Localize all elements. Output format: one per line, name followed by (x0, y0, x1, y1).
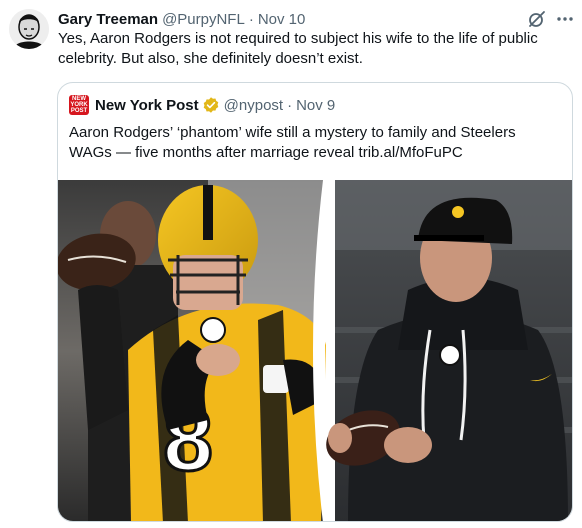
avatar-drawing (9, 9, 49, 49)
tweet-header: Gary Treeman @PurpyNFL · Nov 10 (58, 9, 305, 29)
quoted-tweet-header: NEW YORK POST New York Post @nypost · Nov … (69, 95, 335, 115)
quoted-tweet-card[interactable]: NEW YORK POST New York Post @nypost · Nov … (57, 82, 573, 522)
quoted-tweet-date[interactable]: Nov 9 (296, 97, 335, 114)
grok-icon[interactable] (527, 9, 547, 29)
quoted-separator-dot: · (287, 96, 293, 114)
media-photo-collage: 8 (58, 180, 572, 521)
tweet-text: Yes, Aaron Rodgers is not required to su… (58, 30, 538, 67)
quoted-tweet-text: Aaron Rodgers’ ‘phantom’ wife still a my… (69, 124, 516, 161)
quoted-author-handle[interactable]: @nypost (224, 97, 283, 114)
author-handle[interactable]: @PurpyNFL (162, 11, 245, 28)
author-avatar[interactable] (9, 9, 49, 49)
nypost-avatar[interactable]: NEW YORK POST (69, 95, 89, 115)
verified-icon[interactable] (202, 96, 220, 114)
nypost-logo-text: NEW YORK POST (70, 96, 88, 114)
more-icon[interactable] (555, 9, 575, 29)
author-name[interactable]: Gary Treeman (58, 11, 158, 28)
quoted-author-name[interactable]: New York Post (95, 97, 199, 114)
tweet-date[interactable]: Nov 10 (258, 11, 306, 28)
separator-dot: · (248, 10, 254, 28)
quoted-tweet-media[interactable]: 8 (58, 180, 572, 521)
